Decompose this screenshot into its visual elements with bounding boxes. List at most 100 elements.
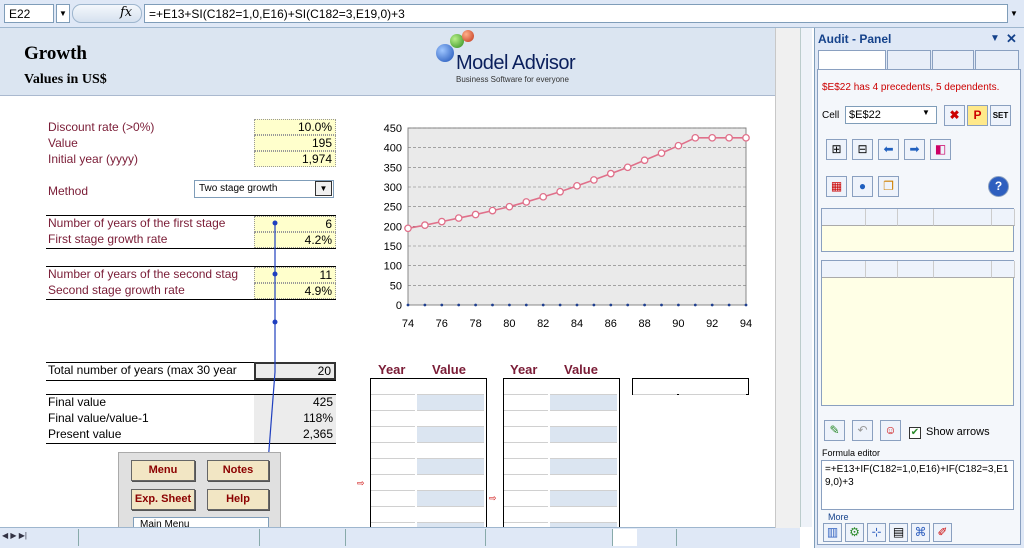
grid-header[interactable]	[866, 261, 898, 278]
help-icon[interactable]: ?	[988, 176, 1009, 197]
sheet-tab[interactable]	[78, 529, 103, 546]
cell-dropdown-icon[interactable]: ▼	[922, 108, 930, 117]
grid-cell[interactable]	[934, 281, 992, 295]
sheet-tab[interactable]	[612, 529, 637, 546]
formula-input[interactable]: =+E13+SI(C182=1,0,E16)+SI(C182=3,E19,0)+…	[144, 4, 1008, 23]
notes-button[interactable]: Notes	[207, 460, 269, 481]
grid-cell[interactable]	[822, 229, 866, 243]
grid-cell[interactable]	[866, 281, 898, 295]
grid-cell[interactable]	[992, 309, 1015, 323]
second-stage-years-label: Number of years of the second stag	[48, 267, 239, 281]
grid-header[interactable]	[934, 209, 992, 226]
sheet-tab[interactable]	[259, 529, 284, 546]
x-tick-label: 86	[605, 318, 617, 330]
name-box[interactable]: E22	[4, 4, 54, 23]
panel-tab[interactable]	[887, 50, 931, 69]
insert-function-icon[interactable]: fx	[120, 5, 132, 20]
network-icon[interactable]: ⌘	[911, 523, 930, 542]
value-input[interactable]: 195	[254, 135, 336, 151]
panel-tab[interactable]	[932, 50, 974, 69]
export-sheet-button[interactable]: Exp. Sheet	[131, 489, 195, 510]
panel-menu-icon[interactable]: ▼	[990, 33, 1000, 44]
grid-cell[interactable]	[934, 309, 992, 323]
grid-header[interactable]	[822, 261, 866, 278]
grid-cell[interactable]	[898, 323, 934, 337]
grid-header[interactable]	[992, 261, 1015, 278]
set-icon[interactable]: SET	[990, 105, 1011, 126]
trace-dependents-icon[interactable]: ⊟	[852, 139, 873, 160]
initial-year-input[interactable]: 1,974	[254, 151, 336, 167]
sheet-tab[interactable]	[485, 529, 510, 546]
grid-cell[interactable]	[898, 337, 934, 351]
panel-tab[interactable]	[975, 50, 1019, 69]
grid-cell[interactable]	[866, 337, 898, 351]
grid-cell[interactable]	[992, 295, 1015, 309]
tab-scroll-arrows-icon[interactable]: ◀ ▶ ▶|	[2, 531, 27, 540]
data-point	[742, 133, 750, 142]
tree-icon[interactable]: ⊹	[867, 523, 886, 542]
user-icon[interactable]: ☺	[880, 420, 901, 441]
undo-icon[interactable]: ↶	[852, 420, 873, 441]
grid-view-icon[interactable]: ▦	[826, 176, 847, 197]
copy-icon[interactable]: ❐	[878, 176, 899, 197]
x-tick-label: 82	[537, 318, 549, 330]
grid-cell[interactable]	[992, 337, 1015, 351]
grid-cell[interactable]	[822, 323, 866, 337]
more-label[interactable]: More	[828, 512, 849, 522]
grid-cell[interactable]	[992, 323, 1015, 337]
grid-cell[interactable]	[934, 323, 992, 337]
grid-header[interactable]	[898, 261, 934, 278]
grid-cell[interactable]	[992, 281, 1015, 295]
discount-rate-input[interactable]: 10.0%	[254, 119, 336, 135]
y-tick-label: 450	[384, 123, 402, 135]
pencil-icon[interactable]: ✎	[824, 420, 845, 441]
close-icon[interactable]: ✕	[1006, 31, 1017, 47]
help-button[interactable]: Help	[207, 489, 269, 510]
grid-cell[interactable]	[898, 229, 934, 243]
grid-cell[interactable]	[898, 309, 934, 323]
sheet-tab[interactable]	[345, 529, 370, 546]
eraser-icon[interactable]: ◧	[930, 139, 951, 160]
arrow-left-icon[interactable]: ⬅	[878, 139, 899, 160]
year-cell	[371, 459, 415, 475]
grid-header[interactable]	[992, 209, 1015, 226]
arrow-right-icon[interactable]: ➡	[904, 139, 925, 160]
grid-cell[interactable]	[934, 337, 992, 351]
grid-cell[interactable]	[992, 229, 1015, 243]
chart-icon[interactable]: ▥	[823, 523, 842, 542]
grid-header[interactable]	[822, 209, 866, 226]
grid-header[interactable]	[866, 209, 898, 226]
precedents-p-icon[interactable]: P	[967, 105, 988, 126]
gear-icon[interactable]: ⚙	[845, 523, 864, 542]
edit-icon[interactable]: ✐	[933, 523, 952, 542]
grid-cell[interactable]	[866, 295, 898, 309]
grid-cell[interactable]	[934, 295, 992, 309]
y-tick-label: 100	[384, 261, 402, 273]
grid-cell[interactable]	[866, 323, 898, 337]
trace-precedents-icon[interactable]: ⊞	[826, 139, 847, 160]
grid-cell[interactable]	[822, 337, 866, 351]
document-icon[interactable]: ▤	[889, 523, 908, 542]
grid-cell[interactable]	[934, 229, 992, 243]
grid-cell[interactable]	[898, 281, 934, 295]
menu-button[interactable]: Menu	[131, 460, 195, 481]
grid-cell[interactable]	[822, 309, 866, 323]
grid-cell[interactable]	[866, 229, 898, 243]
vertical-scrollbar[interactable]	[800, 28, 812, 527]
name-box-dropdown-icon[interactable]: ▼	[56, 4, 70, 23]
grid-cell[interactable]	[822, 295, 866, 309]
panel-tab[interactable]	[818, 50, 886, 70]
grid-header[interactable]	[934, 261, 992, 278]
grid-cell[interactable]	[822, 281, 866, 295]
grid-cell[interactable]	[898, 295, 934, 309]
formula-editor-input[interactable]: =+E13+IF(C182=1,0,E16)+IF(C182=3,E19,0)+…	[821, 460, 1014, 510]
grid-cell[interactable]	[866, 309, 898, 323]
color-map-icon[interactable]: ●	[852, 176, 873, 197]
clear-arrows-icon[interactable]: ✖	[944, 105, 965, 126]
method-select[interactable]: Two stage growth	[194, 180, 334, 198]
method-dropdown-icon[interactable]: ▼	[315, 181, 332, 196]
expand-formula-bar-icon[interactable]: ▼	[1010, 4, 1023, 23]
show-arrows-checkbox[interactable]: ✔	[909, 427, 921, 439]
grid-header[interactable]	[898, 209, 934, 226]
sheet-tab[interactable]	[676, 529, 701, 546]
